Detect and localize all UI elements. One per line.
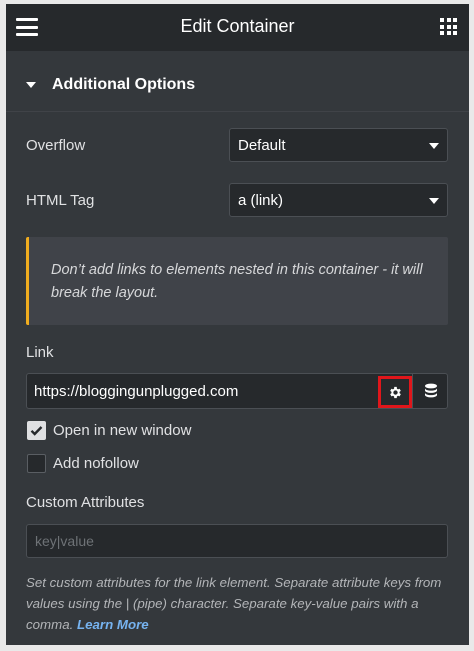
nofollow-checkbox[interactable]	[27, 454, 46, 473]
html-tag-select[interactable]: a (link)	[229, 183, 448, 217]
html-tag-select-value: a (link)	[238, 192, 284, 209]
link-label: Link	[26, 344, 54, 361]
link-url-input[interactable]: https://bloggingunplugged.com	[26, 373, 448, 409]
caret-down-icon	[26, 82, 36, 88]
learn-more-link[interactable]: Learn More	[77, 617, 149, 632]
link-url-value: https://bloggingunplugged.com	[34, 383, 239, 400]
dynamic-tags-button[interactable]	[415, 376, 447, 406]
overflow-select[interactable]: Default	[229, 128, 448, 162]
gear-icon	[389, 386, 401, 398]
open-new-window-label: Open in new window	[53, 422, 192, 439]
edit-container-panel: Edit Container Additional Options Overfl…	[6, 4, 469, 645]
overflow-select-value: Default	[238, 137, 286, 154]
apps-grid-icon[interactable]	[440, 18, 457, 35]
warning-notice: Don’t add links to elements nested in th…	[26, 237, 448, 325]
panel-header: Edit Container	[6, 4, 469, 51]
custom-attributes-input[interactable]	[26, 524, 448, 558]
database-icon	[425, 383, 437, 398]
section-toggle-additional-options[interactable]: Additional Options	[6, 60, 469, 112]
custom-attributes-help: Set custom attributes for the link eleme…	[26, 572, 456, 635]
link-options-button[interactable]	[378, 376, 412, 408]
notice-text: Don’t add links to elements nested in th…	[51, 262, 423, 301]
chevron-down-icon	[429, 198, 439, 204]
check-icon	[30, 426, 43, 436]
chevron-down-icon	[429, 143, 439, 149]
html-tag-label: HTML Tag	[26, 192, 95, 209]
custom-attributes-label: Custom Attributes	[26, 494, 145, 511]
section-title: Additional Options	[52, 76, 196, 93]
field-divider	[412, 374, 413, 408]
open-new-window-checkbox[interactable]	[27, 421, 46, 440]
overflow-label: Overflow	[26, 137, 86, 154]
panel-title: Edit Container	[180, 16, 295, 36]
nofollow-label: Add nofollow	[53, 455, 139, 472]
